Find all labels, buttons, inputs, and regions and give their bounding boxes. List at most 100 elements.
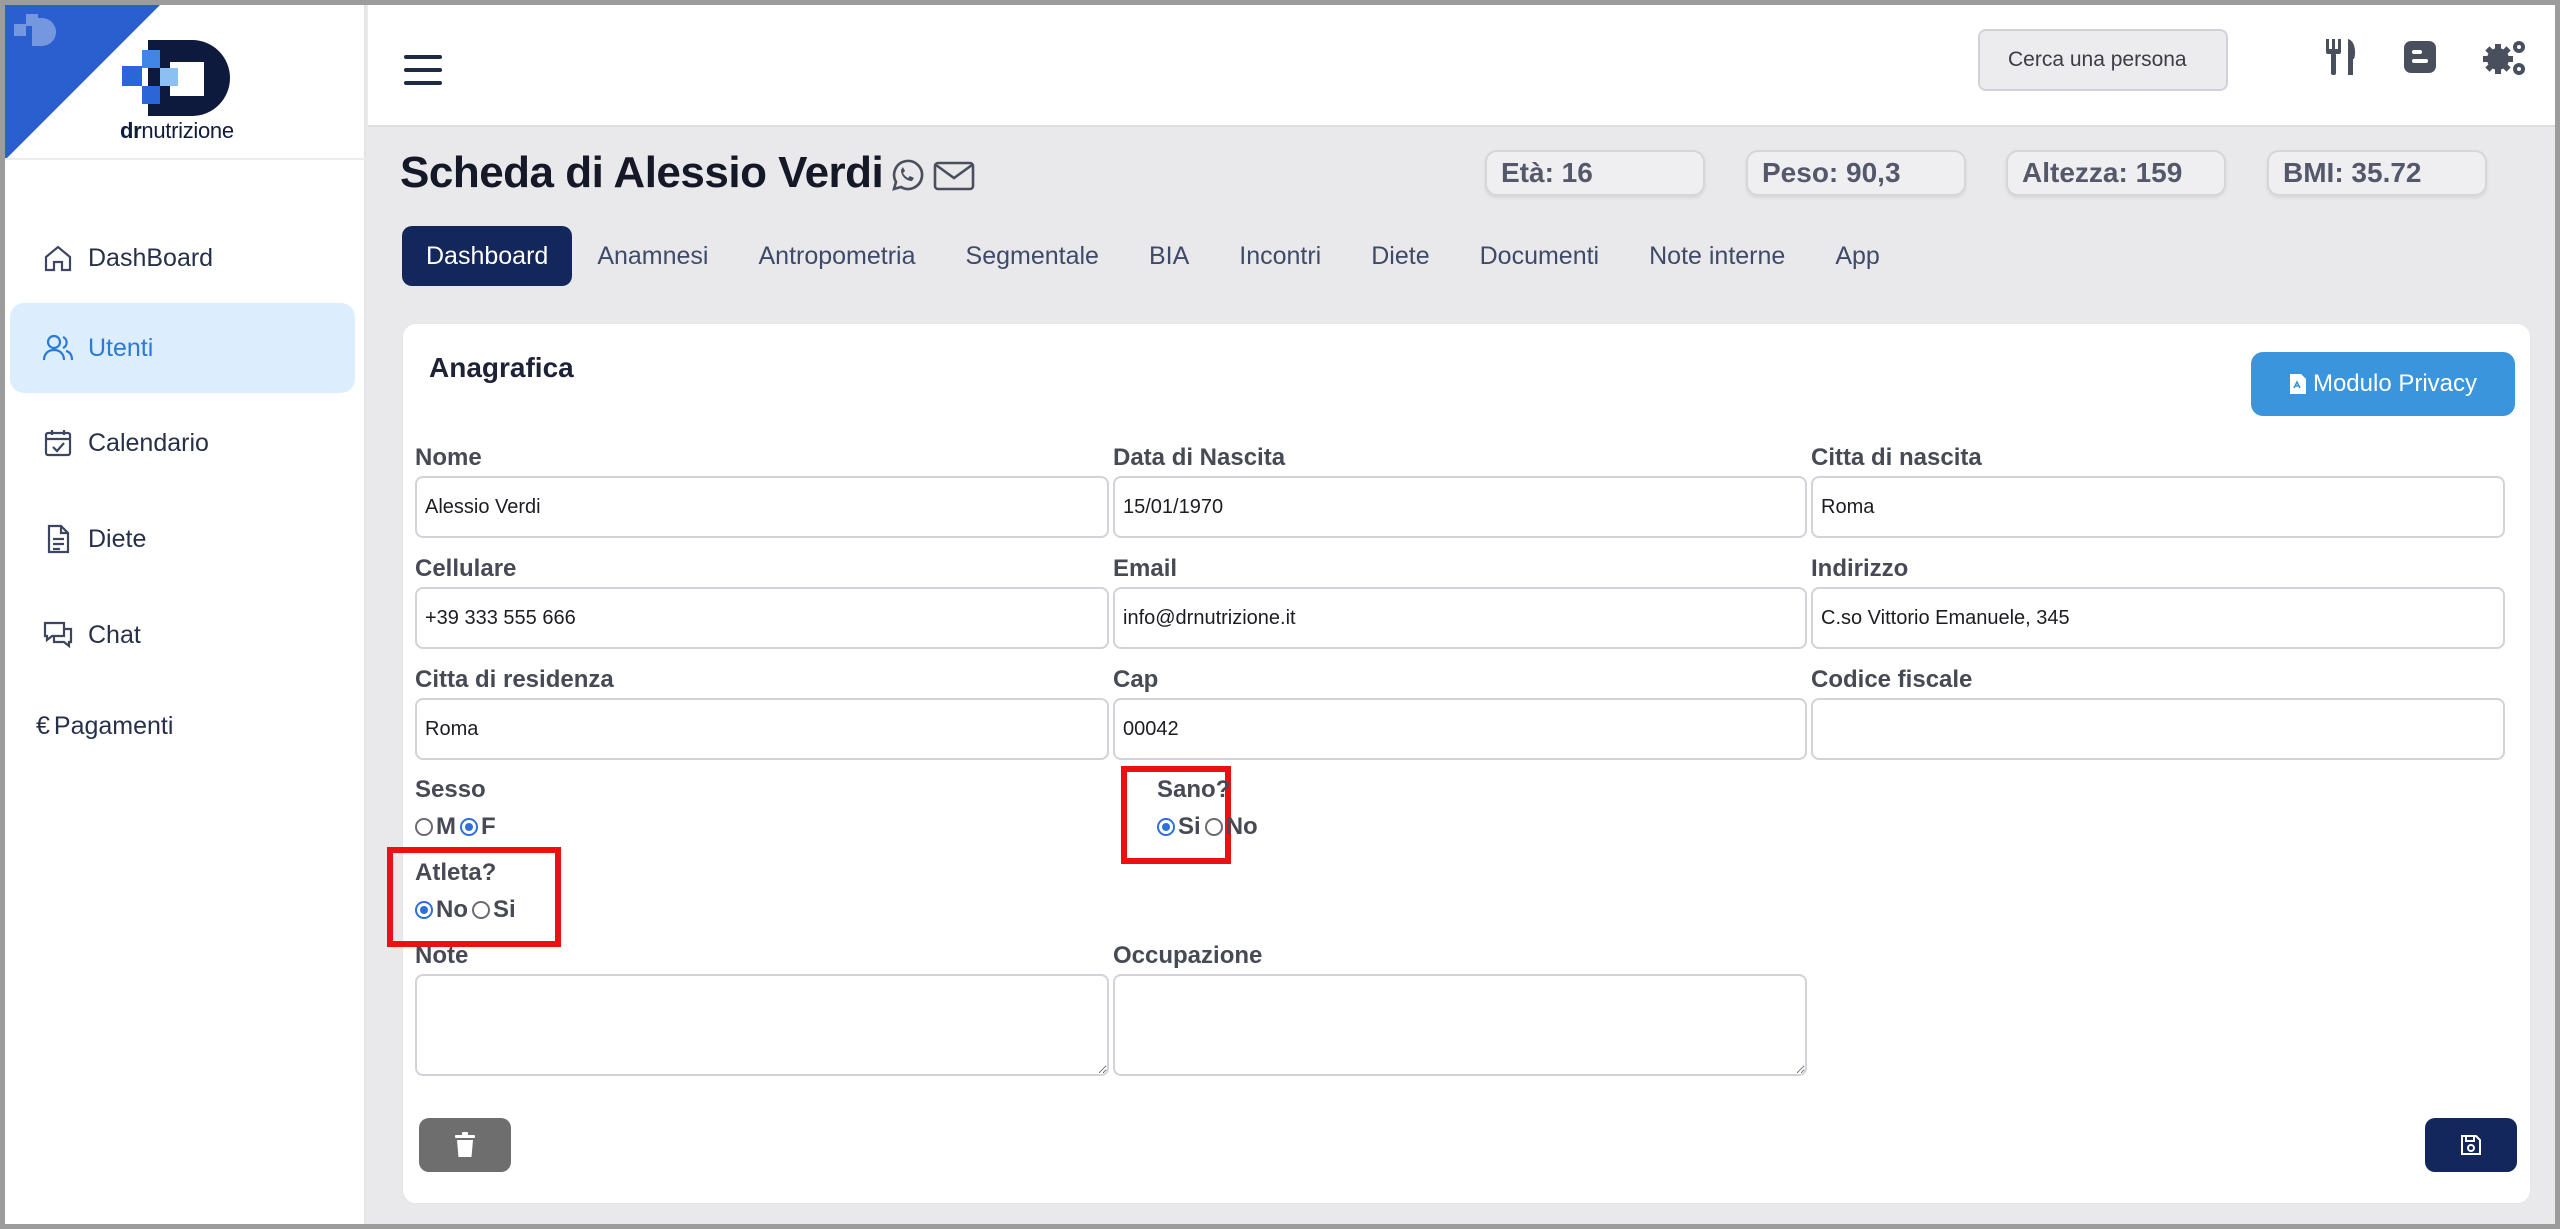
radio-label: F xyxy=(481,813,496,840)
save-button[interactable] xyxy=(2425,1118,2517,1172)
label-data-nascita: Data di Nascita xyxy=(1113,444,1286,471)
sesso-option-m[interactable]: M xyxy=(415,813,456,841)
radio-button-selected[interactable] xyxy=(415,901,433,919)
email-field[interactable] xyxy=(1113,587,1807,649)
home-icon xyxy=(44,245,72,272)
privacy-button-label: Modulo Privacy xyxy=(2312,370,2478,397)
stat-bmi: BMI: 35.72 xyxy=(2267,150,2487,196)
sano-radio-group: Si No xyxy=(1157,813,1262,841)
label-atleta: Atleta? xyxy=(415,859,497,886)
sidebar-item-dashboard[interactable]: DashBoard xyxy=(10,213,355,303)
cap-field[interactable] xyxy=(1113,698,1807,760)
calendar-icon xyxy=(44,430,72,457)
label-note: Note xyxy=(415,942,469,969)
trash-icon xyxy=(455,1132,475,1157)
nome-field[interactable] xyxy=(415,476,1109,538)
sesso-option-f[interactable]: F xyxy=(460,813,496,841)
sano-option-no[interactable]: No xyxy=(1204,813,1258,841)
card-title: Anagrafica xyxy=(429,352,574,383)
radio-button[interactable] xyxy=(472,901,490,919)
corner-logo-icon xyxy=(14,14,56,46)
radio-label: Si xyxy=(493,896,516,923)
label-citta-nascita: Citta di nascita xyxy=(1811,444,1982,471)
label-nome: Nome xyxy=(415,444,482,471)
document-icon xyxy=(47,524,70,554)
tab-bar: Dashboard Anamnesi Antropometria Segment… xyxy=(402,226,1905,286)
topbar xyxy=(368,5,2555,127)
tab-documenti[interactable]: Documenti xyxy=(1455,226,1625,286)
atleta-option-si[interactable]: Si xyxy=(472,896,516,924)
envelope-icon[interactable] xyxy=(932,156,976,196)
radio-label: No xyxy=(1225,813,1258,840)
stat-eta: Età: 16 xyxy=(1485,150,1705,196)
sidebar-item-label: Chat xyxy=(88,620,141,649)
blogger-icon[interactable] xyxy=(2398,35,2442,79)
whatsapp-icon[interactable] xyxy=(886,156,926,196)
page-title: Scheda di Alessio Verdi xyxy=(400,148,884,197)
label-sano: Sano? xyxy=(1157,776,1231,803)
note-textarea[interactable] xyxy=(415,974,1109,1076)
delete-button[interactable] xyxy=(419,1118,511,1172)
euro-icon: € xyxy=(36,711,50,740)
sidebar-item-label: Calendario xyxy=(88,428,209,457)
label-citta-residenza: Citta di residenza xyxy=(415,666,614,693)
sidebar-item-label: Utenti xyxy=(88,333,154,362)
radio-button[interactable] xyxy=(1204,818,1223,836)
sidebar-item-pagamenti[interactable]: € Pagamenti xyxy=(10,681,355,771)
users-icon xyxy=(42,334,74,361)
tab-dashboard[interactable]: Dashboard xyxy=(402,226,573,286)
radio-button-selected[interactable] xyxy=(460,818,478,836)
radio-label: Si xyxy=(1178,813,1201,840)
stat-peso: Peso: 90,3 xyxy=(1746,150,1966,196)
label-codice-fiscale: Codice fiscale xyxy=(1811,666,1973,693)
tab-diete[interactable]: Diete xyxy=(1346,226,1454,286)
sidebar: drnutrizione DashBoard Utenti Calendario… xyxy=(0,0,366,1229)
chat-icon xyxy=(43,621,73,649)
radio-label: No xyxy=(436,896,468,923)
tab-antropometria[interactable]: Antropometria xyxy=(733,226,940,286)
indirizzo-field[interactable] xyxy=(1811,587,2505,649)
sidebar-item-label: DashBoard xyxy=(88,243,214,272)
cogs-icon[interactable] xyxy=(2480,35,2530,79)
atleta-radio-group: No Si xyxy=(415,896,520,924)
search-input[interactable] xyxy=(1978,29,2228,91)
sidebar-item-chat[interactable]: Chat xyxy=(10,590,355,680)
anagrafica-card: Anagrafica Modulo Privacy Nome Data di N… xyxy=(387,323,2531,1204)
citta-nascita-field[interactable] xyxy=(1811,476,2505,538)
codice-fiscale-field[interactable] xyxy=(1811,698,2505,760)
label-indirizzo: Indirizzo xyxy=(1811,555,1909,582)
sidebar-divider xyxy=(5,158,366,160)
tab-note-interne[interactable]: Note interne xyxy=(1624,226,1810,286)
sano-option-si[interactable]: Si xyxy=(1157,813,1201,841)
sidebar-item-diete[interactable]: Diete xyxy=(10,494,355,584)
floppy-disk-icon xyxy=(2461,1135,2481,1155)
citta-residenza-field[interactable] xyxy=(415,698,1109,760)
label-sesso: Sesso xyxy=(415,776,486,803)
sidebar-item-calendario[interactable]: Calendario xyxy=(10,398,355,488)
label-email: Email xyxy=(1113,555,1178,582)
pdf-file-icon xyxy=(2289,374,2306,394)
sesso-radio-group: M F xyxy=(415,813,500,841)
tab-segmentale[interactable]: Segmentale xyxy=(941,226,1124,286)
sidebar-item-label: Diete xyxy=(88,524,147,553)
tab-app[interactable]: App xyxy=(1810,226,1904,286)
sidebar-item-utenti[interactable]: Utenti xyxy=(10,303,355,393)
label-cellulare: Cellulare xyxy=(415,555,517,582)
fork-knife-icon[interactable] xyxy=(2320,35,2364,79)
hamburger-menu-icon[interactable] xyxy=(404,55,444,89)
radio-label: M xyxy=(436,813,456,840)
tab-anamnesi[interactable]: Anamnesi xyxy=(572,226,733,286)
radio-button[interactable] xyxy=(415,818,433,836)
data-nascita-field[interactable] xyxy=(1113,476,1807,538)
tab-incontri[interactable]: Incontri xyxy=(1214,226,1346,286)
cellulare-field[interactable] xyxy=(415,587,1109,649)
sidebar-item-label: Pagamenti xyxy=(53,711,174,740)
tab-bia[interactable]: BIA xyxy=(1124,226,1214,286)
privacy-form-button[interactable]: Modulo Privacy xyxy=(2251,352,2515,416)
label-cap: Cap xyxy=(1113,666,1159,693)
occupazione-textarea[interactable] xyxy=(1113,974,1807,1076)
label-occupazione: Occupazione xyxy=(1113,942,1263,969)
radio-button-selected[interactable] xyxy=(1157,818,1175,836)
brand-wordmark: drnutrizione xyxy=(120,118,234,143)
atleta-option-no[interactable]: No xyxy=(415,896,468,924)
